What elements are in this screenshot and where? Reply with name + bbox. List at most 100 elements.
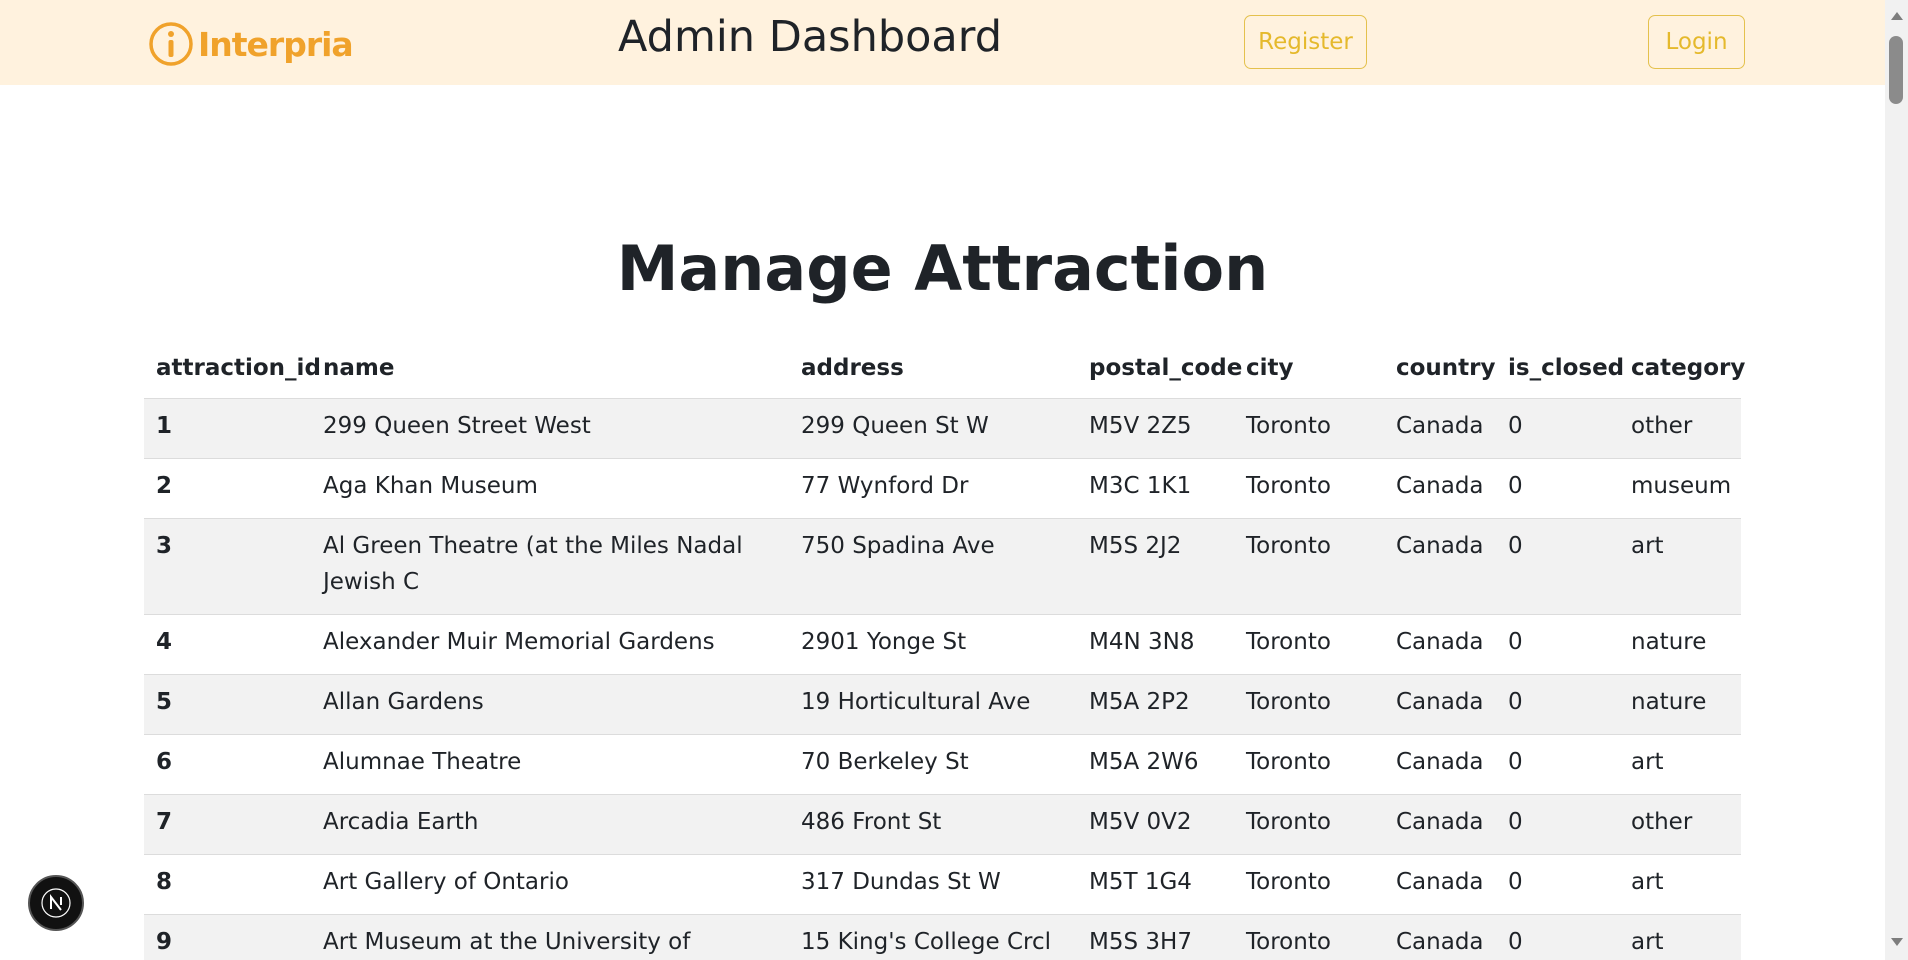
cell-text: Allan Gardens xyxy=(323,689,484,715)
cell-text: 299 Queen St W xyxy=(801,413,989,439)
table-row[interactable]: 4 Alexander Muir Memorial Gardens 2901 Yon… xyxy=(144,614,1741,675)
cell-city: Toronto xyxy=(1234,458,1384,519)
cell-text: Canada xyxy=(1396,473,1484,499)
page-header-title: Admin Dashboard xyxy=(618,12,1002,62)
cell-address: 2901 Yonge St xyxy=(789,614,1077,675)
cell-text: Canada xyxy=(1396,629,1484,655)
nextjs-dev-badge[interactable] xyxy=(28,875,84,931)
scrollbar-thumb[interactable] xyxy=(1889,36,1903,104)
table-row[interactable]: 8 Art Gallery of Ontario 317 Dundas St W M5… xyxy=(144,854,1741,915)
cell-text: 15 King's College Crcl xyxy=(801,929,1052,955)
logo[interactable]: Interpria xyxy=(148,21,354,67)
cell-text: 0 xyxy=(1508,809,1523,835)
cell-text: M5T 1G4 xyxy=(1089,869,1192,895)
cell-text: 750 Spadina Ave xyxy=(801,533,995,559)
column-header-is-closed[interactable]: is_closed xyxy=(1496,338,1624,399)
cell-text: M3C 1K1 xyxy=(1089,473,1192,499)
cell-text: M5V 2Z5 xyxy=(1089,413,1192,439)
cell-text: Canada xyxy=(1396,869,1484,895)
column-header-category[interactable]: category xyxy=(1619,338,1745,399)
logo-text: Interpria xyxy=(198,24,354,64)
cell-text: Al Green Theatre (at the Miles Nadal Jew… xyxy=(323,533,743,595)
cell-is-closed: 0 xyxy=(1496,518,1619,615)
table-row[interactable]: 3 Al Green Theatre (at the Miles Nadal Je… xyxy=(144,518,1741,615)
cell-is-closed: 0 xyxy=(1496,398,1619,459)
cell-country: Canada xyxy=(1384,794,1496,855)
cell-category: nature xyxy=(1619,614,1741,675)
cell-text: nature xyxy=(1631,689,1707,715)
cell-is-closed: 0 xyxy=(1496,914,1619,960)
column-header-postal-code[interactable]: postal_code xyxy=(1077,338,1242,399)
table-row[interactable]: 7 Arcadia Earth 486 Front St M5V 0V2 Toronto… xyxy=(144,794,1741,855)
cell-text: 0 xyxy=(1508,929,1523,955)
cell-city: Toronto xyxy=(1234,914,1384,960)
cell-text: 0 xyxy=(1508,533,1523,559)
login-button[interactable]: Login xyxy=(1648,15,1745,69)
table-row[interactable]: 2 Aga Khan Museum 77 Wynford Dr M3C 1K1 Toro… xyxy=(144,458,1741,519)
column-header-city[interactable]: city xyxy=(1234,338,1384,399)
cell-attraction-id: 9 xyxy=(144,914,311,960)
cell-text: art xyxy=(1631,869,1664,895)
cell-text: 70 Berkeley St xyxy=(801,749,969,775)
cell-text: 77 Wynford Dr xyxy=(801,473,969,499)
cell-country: Canada xyxy=(1384,398,1496,459)
cell-attraction-id: 7 xyxy=(144,794,311,855)
cell-address: 15 King's College Crcl xyxy=(789,914,1077,960)
cell-text: Canada xyxy=(1396,809,1484,835)
cell-name: Al Green Theatre (at the Miles Nadal Jew… xyxy=(311,518,789,615)
cell-text: 3 xyxy=(156,533,173,559)
cell-city: Toronto xyxy=(1234,674,1384,735)
scroll-down-arrow-icon[interactable] xyxy=(1891,938,1903,946)
cell-is-closed: 0 xyxy=(1496,674,1619,735)
cell-category: art xyxy=(1619,734,1741,795)
cell-country: Canada xyxy=(1384,854,1496,915)
cell-text: 2901 Yonge St xyxy=(801,629,967,655)
column-header-attraction-id[interactable]: attraction_id xyxy=(144,338,321,399)
cell-name: Alexander Muir Memorial Gardens xyxy=(311,614,789,675)
table-row[interactable]: 9 Art Museum at the University of Toronto… xyxy=(144,914,1741,960)
column-header-name[interactable]: name xyxy=(311,338,789,399)
cell-country: Canada xyxy=(1384,458,1496,519)
cell-text: 317 Dundas St W xyxy=(801,869,1001,895)
cell-text: Toronto xyxy=(1246,689,1331,715)
column-header-address[interactable]: address xyxy=(789,338,1077,399)
cell-attraction-id: 5 xyxy=(144,674,311,735)
cell-text: 0 xyxy=(1508,473,1523,499)
cell-attraction-id: 3 xyxy=(144,518,311,615)
cell-text: museum xyxy=(1631,473,1732,499)
cell-text: Alumnae Theatre xyxy=(323,749,522,775)
table-row[interactable]: 1 299 Queen Street West 299 Queen St W M5V … xyxy=(144,398,1741,459)
cell-name: Arcadia Earth xyxy=(311,794,789,855)
table-row[interactable]: 5 Allan Gardens 19 Horticultural Ave M5A 2P… xyxy=(144,674,1741,735)
page: Interpria Admin Dashboard Register Login… xyxy=(0,0,1908,960)
cell-text: Toronto xyxy=(1246,629,1331,655)
attractions-table-container: attraction_id name address postal_code c… xyxy=(144,338,1745,960)
column-header-country[interactable]: country xyxy=(1384,338,1496,399)
cell-text: 1 xyxy=(156,413,173,439)
table-header-row: attraction_id name address postal_code c… xyxy=(144,338,1745,399)
cell-text: 9 xyxy=(156,929,173,955)
table-row[interactable]: 6 Alumnae Theatre 70 Berkeley St M5A 2W6 Tor… xyxy=(144,734,1741,795)
cell-attraction-id: 8 xyxy=(144,854,311,915)
cell-address: 486 Front St xyxy=(789,794,1077,855)
cell-text: art xyxy=(1631,533,1664,559)
vertical-scrollbar[interactable] xyxy=(1885,0,1908,960)
cell-address: 19 Horticultural Ave xyxy=(789,674,1077,735)
cell-text: other xyxy=(1631,809,1693,835)
cell-postal-code: M5V 0V2 xyxy=(1077,794,1234,855)
cell-country: Canada xyxy=(1384,914,1496,960)
cell-is-closed: 0 xyxy=(1496,854,1619,915)
cell-category: art xyxy=(1619,518,1741,615)
cell-text: Toronto xyxy=(1246,749,1331,775)
register-button[interactable]: Register xyxy=(1244,15,1367,69)
cell-is-closed: 0 xyxy=(1496,794,1619,855)
cell-city: Toronto xyxy=(1234,854,1384,915)
scroll-up-arrow-icon[interactable] xyxy=(1891,12,1903,20)
nextjs-icon xyxy=(41,888,71,918)
cell-city: Toronto xyxy=(1234,518,1384,615)
cell-text: Toronto xyxy=(1246,929,1331,955)
cell-text: 19 Horticultural Ave xyxy=(801,689,1031,715)
cell-text: Toronto xyxy=(1246,809,1331,835)
cell-is-closed: 0 xyxy=(1496,458,1619,519)
cell-category: museum xyxy=(1619,458,1741,519)
